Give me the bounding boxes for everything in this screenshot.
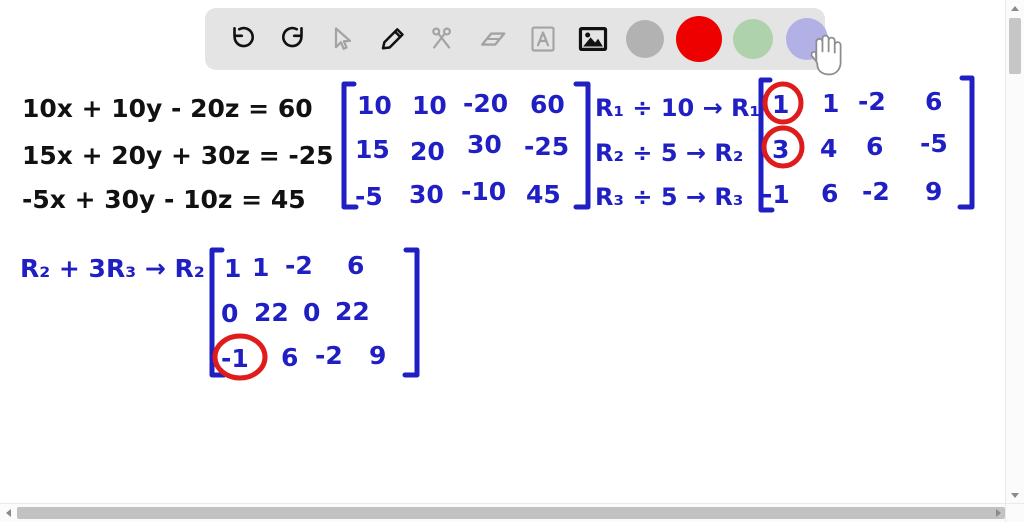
pencil-icon [381,28,404,50]
chevron-up-icon [1011,6,1019,11]
matrix-1-r2c2: -10 [461,177,506,206]
equation-3: -5x + 30y - 10z = 45 [22,185,306,214]
system-of-equations-group: 10x + 10y - 20z = 60 15x + 20y + 30z = -… [22,94,334,214]
matrix-3-r2c0: -1 [221,344,249,373]
matrix-1-r1c0: 15 [355,135,390,164]
select-tool-button[interactable] [319,15,367,63]
scroll-right-button[interactable] [990,504,1006,522]
matrix-3-r1c3: 22 [335,297,370,326]
scissors-icon [432,27,451,49]
image-icon [578,26,608,52]
drawing-canvas[interactable]: .blk{fill:#111111;} .blu{fill:#1f1fc4;} … [0,0,1006,500]
insert-image-button[interactable] [569,15,617,63]
matrix-2-r1c1: 4 [820,134,837,163]
chevron-left-icon [5,509,11,517]
matrix-1-r0c3: 60 [530,90,565,119]
color-swatch-red-wrap[interactable] [673,13,725,65]
equation-1: 10x + 10y - 20z = 60 [22,94,313,123]
matrix-3-group: 1 1 -2 6 0 22 0 22 -1 6 -2 9 [209,247,420,381]
matrix-1-r2c0: -5 [355,182,383,211]
text-tool-button[interactable] [519,15,567,63]
equation-2: 15x + 20y + 30z = -25 [22,141,334,170]
matrix-3-r1c0: 0 [221,299,238,328]
matrix-2-r1c2: 6 [866,132,883,161]
scroll-down-button[interactable] [1006,487,1024,504]
redo-button[interactable] [269,15,317,63]
eraser-tool-button[interactable] [469,15,517,63]
matrix-1-r0c1: 10 [412,91,447,120]
scroll-left-button[interactable] [0,504,16,522]
matrix-3-r0c2: -2 [285,251,313,280]
color-swatch-green[interactable] [733,19,773,59]
matrix-2-r1c3: -5 [920,129,948,158]
matrix-2-r0c0: 1 [772,90,789,119]
matrix-3-r0c0: 1 [224,254,241,283]
undo-icon [233,26,254,48]
matrix-3-right-bracket [402,247,420,378]
color-swatch-red[interactable] [676,16,722,62]
matrix-1-r1c2: 30 [467,130,502,159]
matrix-3-r1c1: 22 [254,298,289,327]
row-op-2-line-1: R₂ + 3R₃ → R₂ [20,254,205,283]
matrix-1-r1c1: 20 [410,137,445,166]
row-op-1-line-1: R₁ ÷ 10 → R₁ [595,94,760,122]
color-swatch-purple[interactable] [786,18,828,60]
scroll-up-button[interactable] [1006,0,1024,17]
horizontal-scrollbar-thumb[interactable] [17,507,1005,519]
text-a-icon [531,26,555,52]
matrix-1-r0c2: -20 [463,89,508,118]
cursor-arrow-icon [334,27,352,50]
matrix-1-r2c1: 30 [409,180,444,209]
matrix-3-r0c3: 6 [347,251,364,280]
matrix-1-group: 10 10 -20 60 15 20 30 -25 -5 30 -10 45 [341,81,591,211]
chevron-right-icon [995,509,1001,517]
chevron-down-icon [1011,493,1019,498]
matrix-2-r2c0: -1 [762,180,790,209]
matrix-3-r0c1: 1 [252,253,269,282]
matrix-1-r0c0: 10 [357,91,392,120]
matrix-2-r2c1: 6 [821,179,838,208]
row-op-1-line-3: R₃ ÷ 5 → R₃ [595,183,743,211]
matrix-2-r1c0: 3 [772,135,789,164]
pen-tool-button[interactable] [369,15,417,63]
matrix-2-right-bracket [957,75,975,210]
matrix-2-r2c2: -2 [862,177,890,206]
vertical-scrollbar-thumb[interactable] [1009,18,1021,74]
color-swatch-green-wrap[interactable] [727,13,779,65]
matrix-3-r1c2: 0 [303,298,320,327]
handwriting-ink-layer: .blk{fill:#111111;} .blu{fill:#1f1fc4;} … [20,75,975,381]
matrix-1-right-bracket [573,81,591,210]
drawing-toolbar [205,8,842,76]
scrollbar-corner [1005,503,1024,522]
color-swatch-purple-wrap[interactable] [781,13,842,76]
row-operations-2-group: R₂ + 3R₃ → R₂ [20,254,205,283]
matrix-2-r0c3: 6 [925,87,942,116]
matrix-2-r0c2: -2 [858,87,886,116]
cut-tool-button[interactable] [419,15,467,63]
matrix-1-r1c3: -25 [524,132,569,161]
matrix-3-r2c1: 6 [281,343,298,372]
vertical-scrollbar[interactable] [1005,0,1024,504]
redo-icon [282,26,303,48]
undo-button[interactable] [219,15,267,63]
matrix-2-group: 1 1 -2 6 3 4 6 -5 -1 6 -2 9 [758,75,975,213]
color-swatch-gray-wrap[interactable] [619,13,671,65]
matrix-2-r0c1: 1 [822,89,839,118]
color-swatch-gray[interactable] [626,20,664,58]
matrix-2-r2c3: 9 [925,177,942,206]
matrix-3-r2c2: -2 [315,341,343,370]
eraser-icon [481,32,506,46]
row-op-1-line-2: R₂ ÷ 5 → R₂ [595,139,743,167]
matrix-1-r2c3: 45 [526,180,561,209]
row-operations-1-group: R₁ ÷ 10 → R₁ R₂ ÷ 5 → R₂ R₃ ÷ 5 → R₃ [595,94,760,211]
horizontal-scrollbar[interactable] [0,503,1024,522]
matrix-3-r2c3: 9 [369,341,386,370]
